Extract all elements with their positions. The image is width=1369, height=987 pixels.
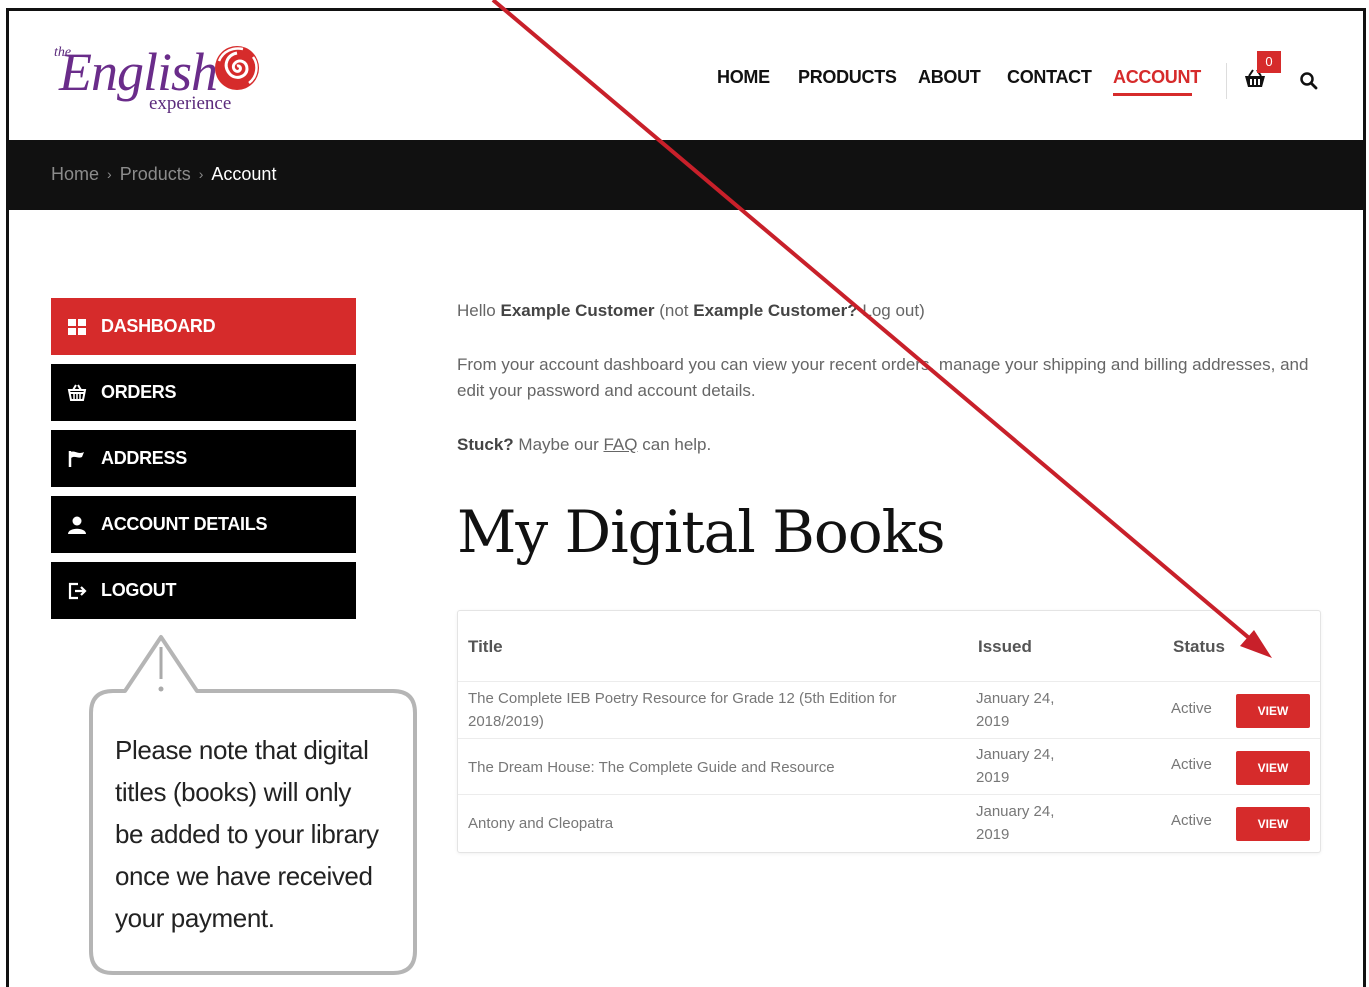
exclamation-icon	[158, 647, 164, 692]
cart-count-badge: 0	[1257, 51, 1281, 73]
nav-active-underline	[1113, 93, 1192, 96]
sidebar-item-label: LOGOUT	[101, 580, 177, 600]
callout-text: Please note that digital titles (books) …	[115, 729, 385, 939]
sidebar-item-account-details[interactable]: ACCOUNT DETAILS	[51, 496, 356, 553]
app-window: the English experience HOME PRODUCTS ABO…	[6, 8, 1366, 987]
nav-divider	[1226, 63, 1227, 99]
digital-books-table: Title Issued Status The Complete IEB Poe…	[457, 610, 1321, 853]
customer-name-question: Example Customer?	[693, 301, 858, 320]
greeting-not: (not	[659, 301, 689, 320]
view-button[interactable]: VIEW	[1236, 694, 1310, 728]
column-header-status: Status	[1173, 637, 1225, 656]
sidebar-item-orders[interactable]: ORDERS	[51, 364, 356, 421]
account-sidebar: DASHBOARD ORDERS ADDRESS ACCOUNT DETAILS…	[51, 298, 356, 628]
column-header-issued: Issued	[978, 637, 1032, 656]
breadcrumb-current: Account	[211, 164, 277, 184]
callout-line: your payment.	[115, 903, 275, 933]
issued-date: January 24, 2019	[976, 690, 1055, 730]
breadcrumb-products[interactable]: Products	[120, 164, 191, 184]
sidebar-item-label: ADDRESS	[101, 448, 187, 468]
callout-line: be added to your library	[115, 819, 379, 849]
book-status: Active	[1171, 700, 1212, 717]
breadcrumb: Home › Products › Account	[51, 164, 276, 185]
dashboard-intro: From your account dashboard you can view…	[457, 355, 1309, 400]
help-post: can help.	[642, 435, 712, 454]
nav-contact[interactable]: CONTACT	[1007, 67, 1092, 88]
book-title: Antony and Cleopatra	[468, 815, 614, 832]
table-row: Antony and Cleopatra January 24, 2019 Ac…	[458, 794, 1320, 851]
callout-line: once we have received	[115, 861, 373, 891]
view-button[interactable]: VIEW	[1236, 751, 1310, 785]
main-nav: HOME PRODUCTS ABOUT CONTACT ACCOUNT	[9, 63, 1363, 99]
dashboard-grid-icon	[68, 319, 86, 335]
search-icon[interactable]	[1299, 71, 1319, 91]
breadcrumb-home[interactable]: Home	[51, 164, 99, 184]
book-title: The Dream House: The Complete Guide and …	[468, 759, 835, 776]
payment-note-callout: Please note that digital titles (books) …	[83, 633, 423, 983]
greeting-text: Hello Example Customer (not Example Cust…	[457, 298, 925, 324]
view-button[interactable]: VIEW	[1236, 807, 1310, 841]
flag-icon	[68, 451, 84, 467]
greeting-hello: Hello	[457, 301, 496, 320]
issued-date: January 24, 2019	[976, 746, 1055, 786]
table-row: The Dream House: The Complete Guide and …	[458, 738, 1320, 795]
stuck-label: Stuck?	[457, 435, 514, 454]
nav-account[interactable]: ACCOUNT	[1113, 67, 1201, 88]
breadcrumb-bar: Home › Products › Account	[9, 140, 1363, 210]
site-header: the English experience HOME PRODUCTS ABO…	[9, 11, 1363, 140]
sidebar-item-label: ORDERS	[101, 382, 177, 402]
help-text: Stuck? Maybe our FAQ can help.	[457, 432, 711, 458]
breadcrumb-separator: ›	[198, 166, 204, 182]
nav-about[interactable]: ABOUT	[918, 67, 981, 88]
nav-home[interactable]: HOME	[717, 67, 770, 88]
page-title: My Digital Books	[457, 498, 946, 566]
column-header-title: Title	[468, 637, 503, 656]
book-status: Active	[1171, 756, 1212, 773]
table-row: The Complete IEB Poetry Resource for Gra…	[458, 681, 1320, 738]
callout-line: Please note that digital	[115, 735, 369, 765]
book-status: Active	[1171, 812, 1212, 829]
customer-name: Example Customer	[500, 301, 655, 320]
book-title: The Complete IEB Poetry Resource for Gra…	[468, 690, 897, 730]
sidebar-item-label: ACCOUNT DETAILS	[101, 514, 268, 534]
sidebar-item-address[interactable]: ADDRESS	[51, 430, 356, 487]
cart-button[interactable]: 0	[1243, 51, 1281, 91]
sidebar-item-label: DASHBOARD	[101, 316, 216, 336]
sidebar-item-logout[interactable]: LOGOUT	[51, 562, 356, 619]
user-icon	[68, 516, 86, 534]
basket-icon	[67, 384, 87, 401]
callout-line: titles (books) will only	[115, 777, 352, 807]
sidebar-item-dashboard[interactable]: DASHBOARD	[51, 298, 356, 355]
logout-icon	[68, 582, 87, 600]
help-pre: Maybe our	[518, 435, 599, 454]
faq-link[interactable]: FAQ	[603, 435, 637, 454]
logout-link[interactable]: Log out)	[862, 301, 924, 320]
breadcrumb-separator: ›	[107, 166, 112, 182]
nav-products[interactable]: PRODUCTS	[798, 67, 897, 88]
issued-date: January 24, 2019	[976, 803, 1055, 843]
